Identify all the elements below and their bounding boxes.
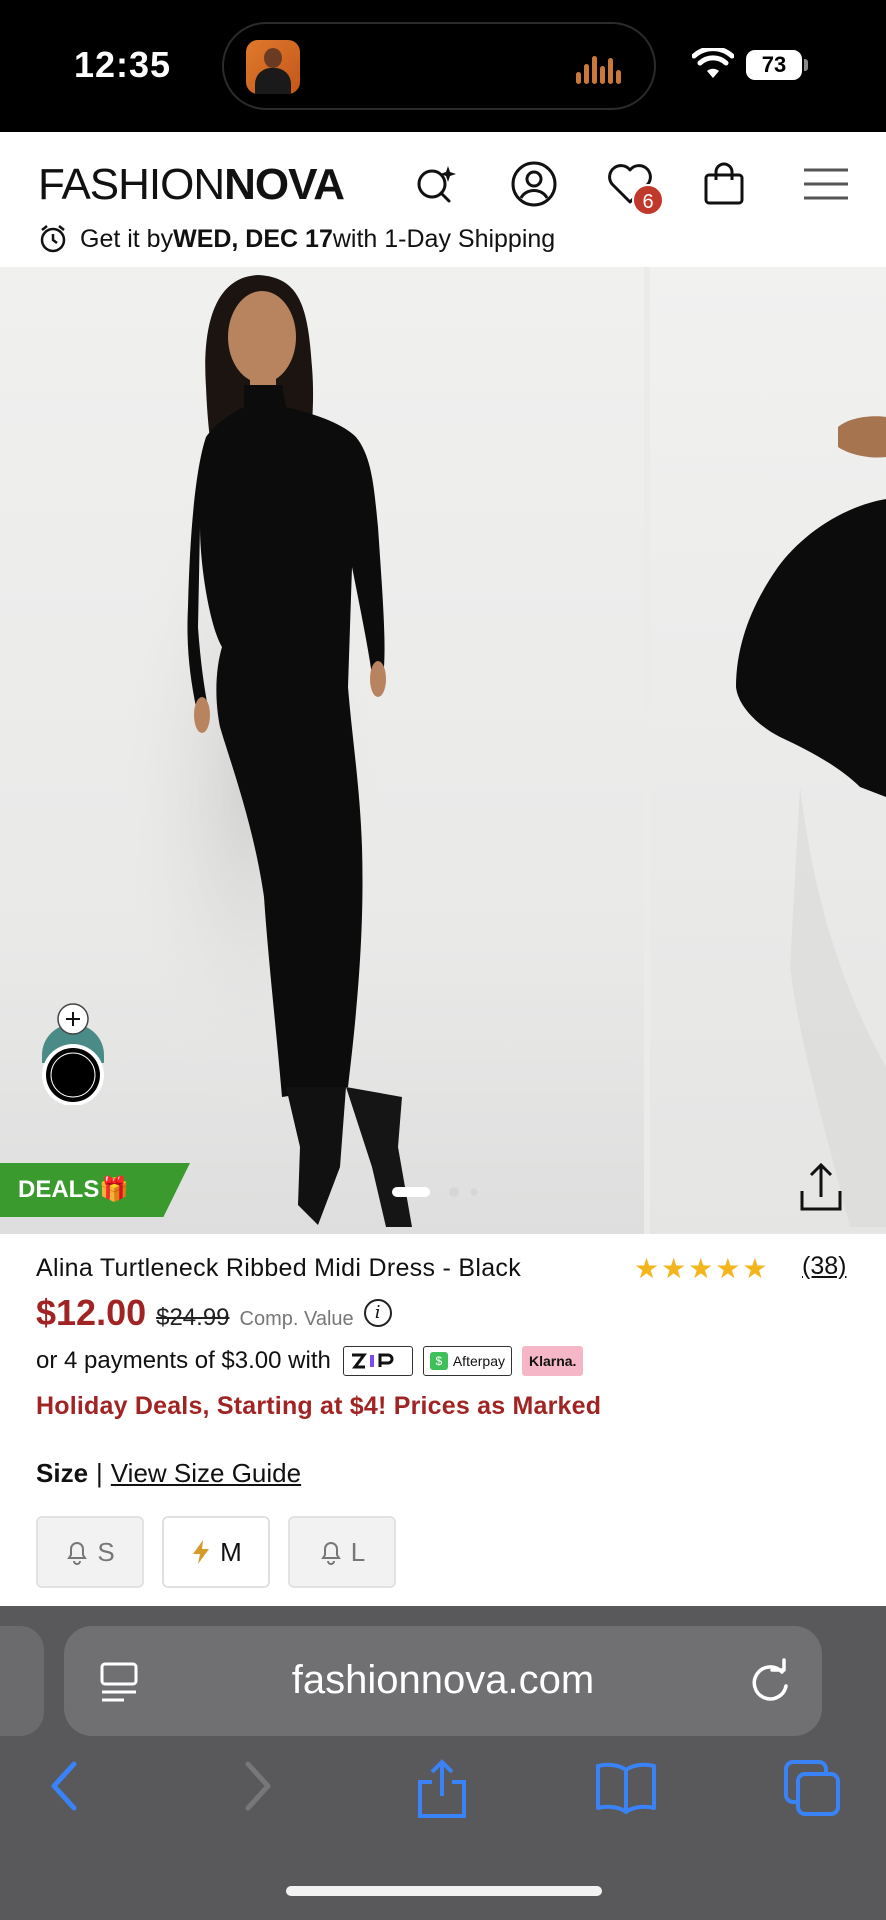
reload-icon[interactable] [748, 1658, 792, 1704]
notify-bell-icon [67, 1542, 88, 1565]
tabs-icon[interactable] [782, 1758, 844, 1818]
forward-icon[interactable] [240, 1758, 276, 1814]
deals-banner: DEALS🎁 [0, 1163, 190, 1217]
review-count-link[interactable]: (38) [802, 1252, 846, 1281]
shipping-estimate: Get it by WED, DEC 17 with 1-Day Shippin… [38, 224, 555, 254]
price-row: $12.00 $24.99 Comp. Value i [36, 1292, 392, 1334]
url-text: fashionnova.com [291, 1658, 595, 1702]
zip-badge[interactable] [342, 1346, 413, 1376]
shipping-date: WED, DEC 17 [173, 224, 333, 253]
style-quiz-button[interactable] [38, 993, 108, 1106]
fashion-nova-logo[interactable]: FASHIONNOVA [38, 160, 345, 210]
comp-value-label: Comp. Value [239, 1308, 354, 1330]
compare-price: $24.99 [156, 1304, 230, 1331]
bookmarks-icon[interactable] [594, 1758, 658, 1814]
product-title: Alina Turtleneck Ribbed Midi Dress - Bla… [36, 1254, 521, 1282]
address-bar[interactable]: fashionnova.com [64, 1626, 822, 1736]
info-icon[interactable]: i [363, 1299, 392, 1327]
size-label: Size [36, 1458, 89, 1488]
alarm-clock-icon [40, 225, 66, 253]
status-bar: 12:35 73 [0, 0, 886, 132]
back-icon[interactable] [46, 1758, 82, 1814]
lightning-bolt-icon [193, 1540, 210, 1564]
previous-tab-preview[interactable] [0, 1626, 44, 1736]
sale-price: $12.00 [36, 1292, 147, 1333]
size-option-m[interactable]: M [162, 1516, 270, 1588]
installments-text: or 4 payments of $3.00 with [36, 1347, 331, 1374]
battery-cap [804, 59, 808, 71]
notify-bell-icon [320, 1542, 341, 1565]
gallery-pagination-dots[interactable] [392, 1185, 492, 1199]
safari-toolbar: fashionnova.com [0, 1606, 886, 1920]
size-header: Size | View Size Guide [36, 1458, 302, 1488]
clock: 12:35 [74, 44, 172, 85]
shipping-prefix: Get it by [80, 224, 174, 253]
share-icon[interactable] [796, 1161, 846, 1215]
afterpay-badge[interactable]: $ Afterpay [422, 1346, 512, 1376]
menu-hamburger-icon[interactable] [800, 158, 852, 210]
product-info: Alina Turtleneck Ribbed Midi Dress - Bla… [0, 1234, 886, 1606]
holiday-promo-text: Holiday Deals, Starting at $4! Prices as… [36, 1392, 602, 1420]
now-playing-artwork [246, 40, 300, 94]
share-sheet-icon[interactable] [414, 1758, 470, 1820]
wishlist-count-badge: 6 [632, 184, 664, 216]
account-icon[interactable] [508, 158, 560, 210]
site-header: FASHIONNOVA 6 Get it by WED, DEC 17 with… [0, 132, 886, 267]
product-image-gallery[interactable]: DEALS🎁 [0, 267, 886, 1234]
model-photo-side [736, 416, 886, 1227]
shopping-bag-icon[interactable] [698, 158, 750, 210]
product-image-next[interactable] [650, 267, 886, 1234]
zip-logo-icon [351, 1353, 394, 1369]
afterpay-logo-icon: $ [429, 1352, 448, 1370]
audio-waveform-icon [576, 52, 628, 84]
product-image-main[interactable]: DEALS🎁 [0, 267, 644, 1234]
klarna-badge[interactable]: Klarna. [521, 1346, 584, 1376]
size-option-l[interactable]: L [288, 1516, 396, 1588]
size-option-s[interactable]: S [36, 1516, 144, 1588]
home-indicator[interactable] [286, 1886, 602, 1896]
shipping-suffix: with 1-Day Shipping [332, 224, 556, 253]
star-rating[interactable]: ★★★★★ [634, 1252, 770, 1285]
wifi-icon [692, 48, 734, 78]
ai-search-icon[interactable] [410, 158, 462, 210]
avatar-add-icon [42, 1003, 104, 1106]
installments-row: or 4 payments of $3.00 with $ Afterpay K… [36, 1346, 593, 1376]
battery-indicator: 73 [746, 50, 802, 80]
size-guide-link[interactable]: View Size Guide [111, 1458, 301, 1488]
dynamic-island[interactable] [222, 22, 656, 110]
